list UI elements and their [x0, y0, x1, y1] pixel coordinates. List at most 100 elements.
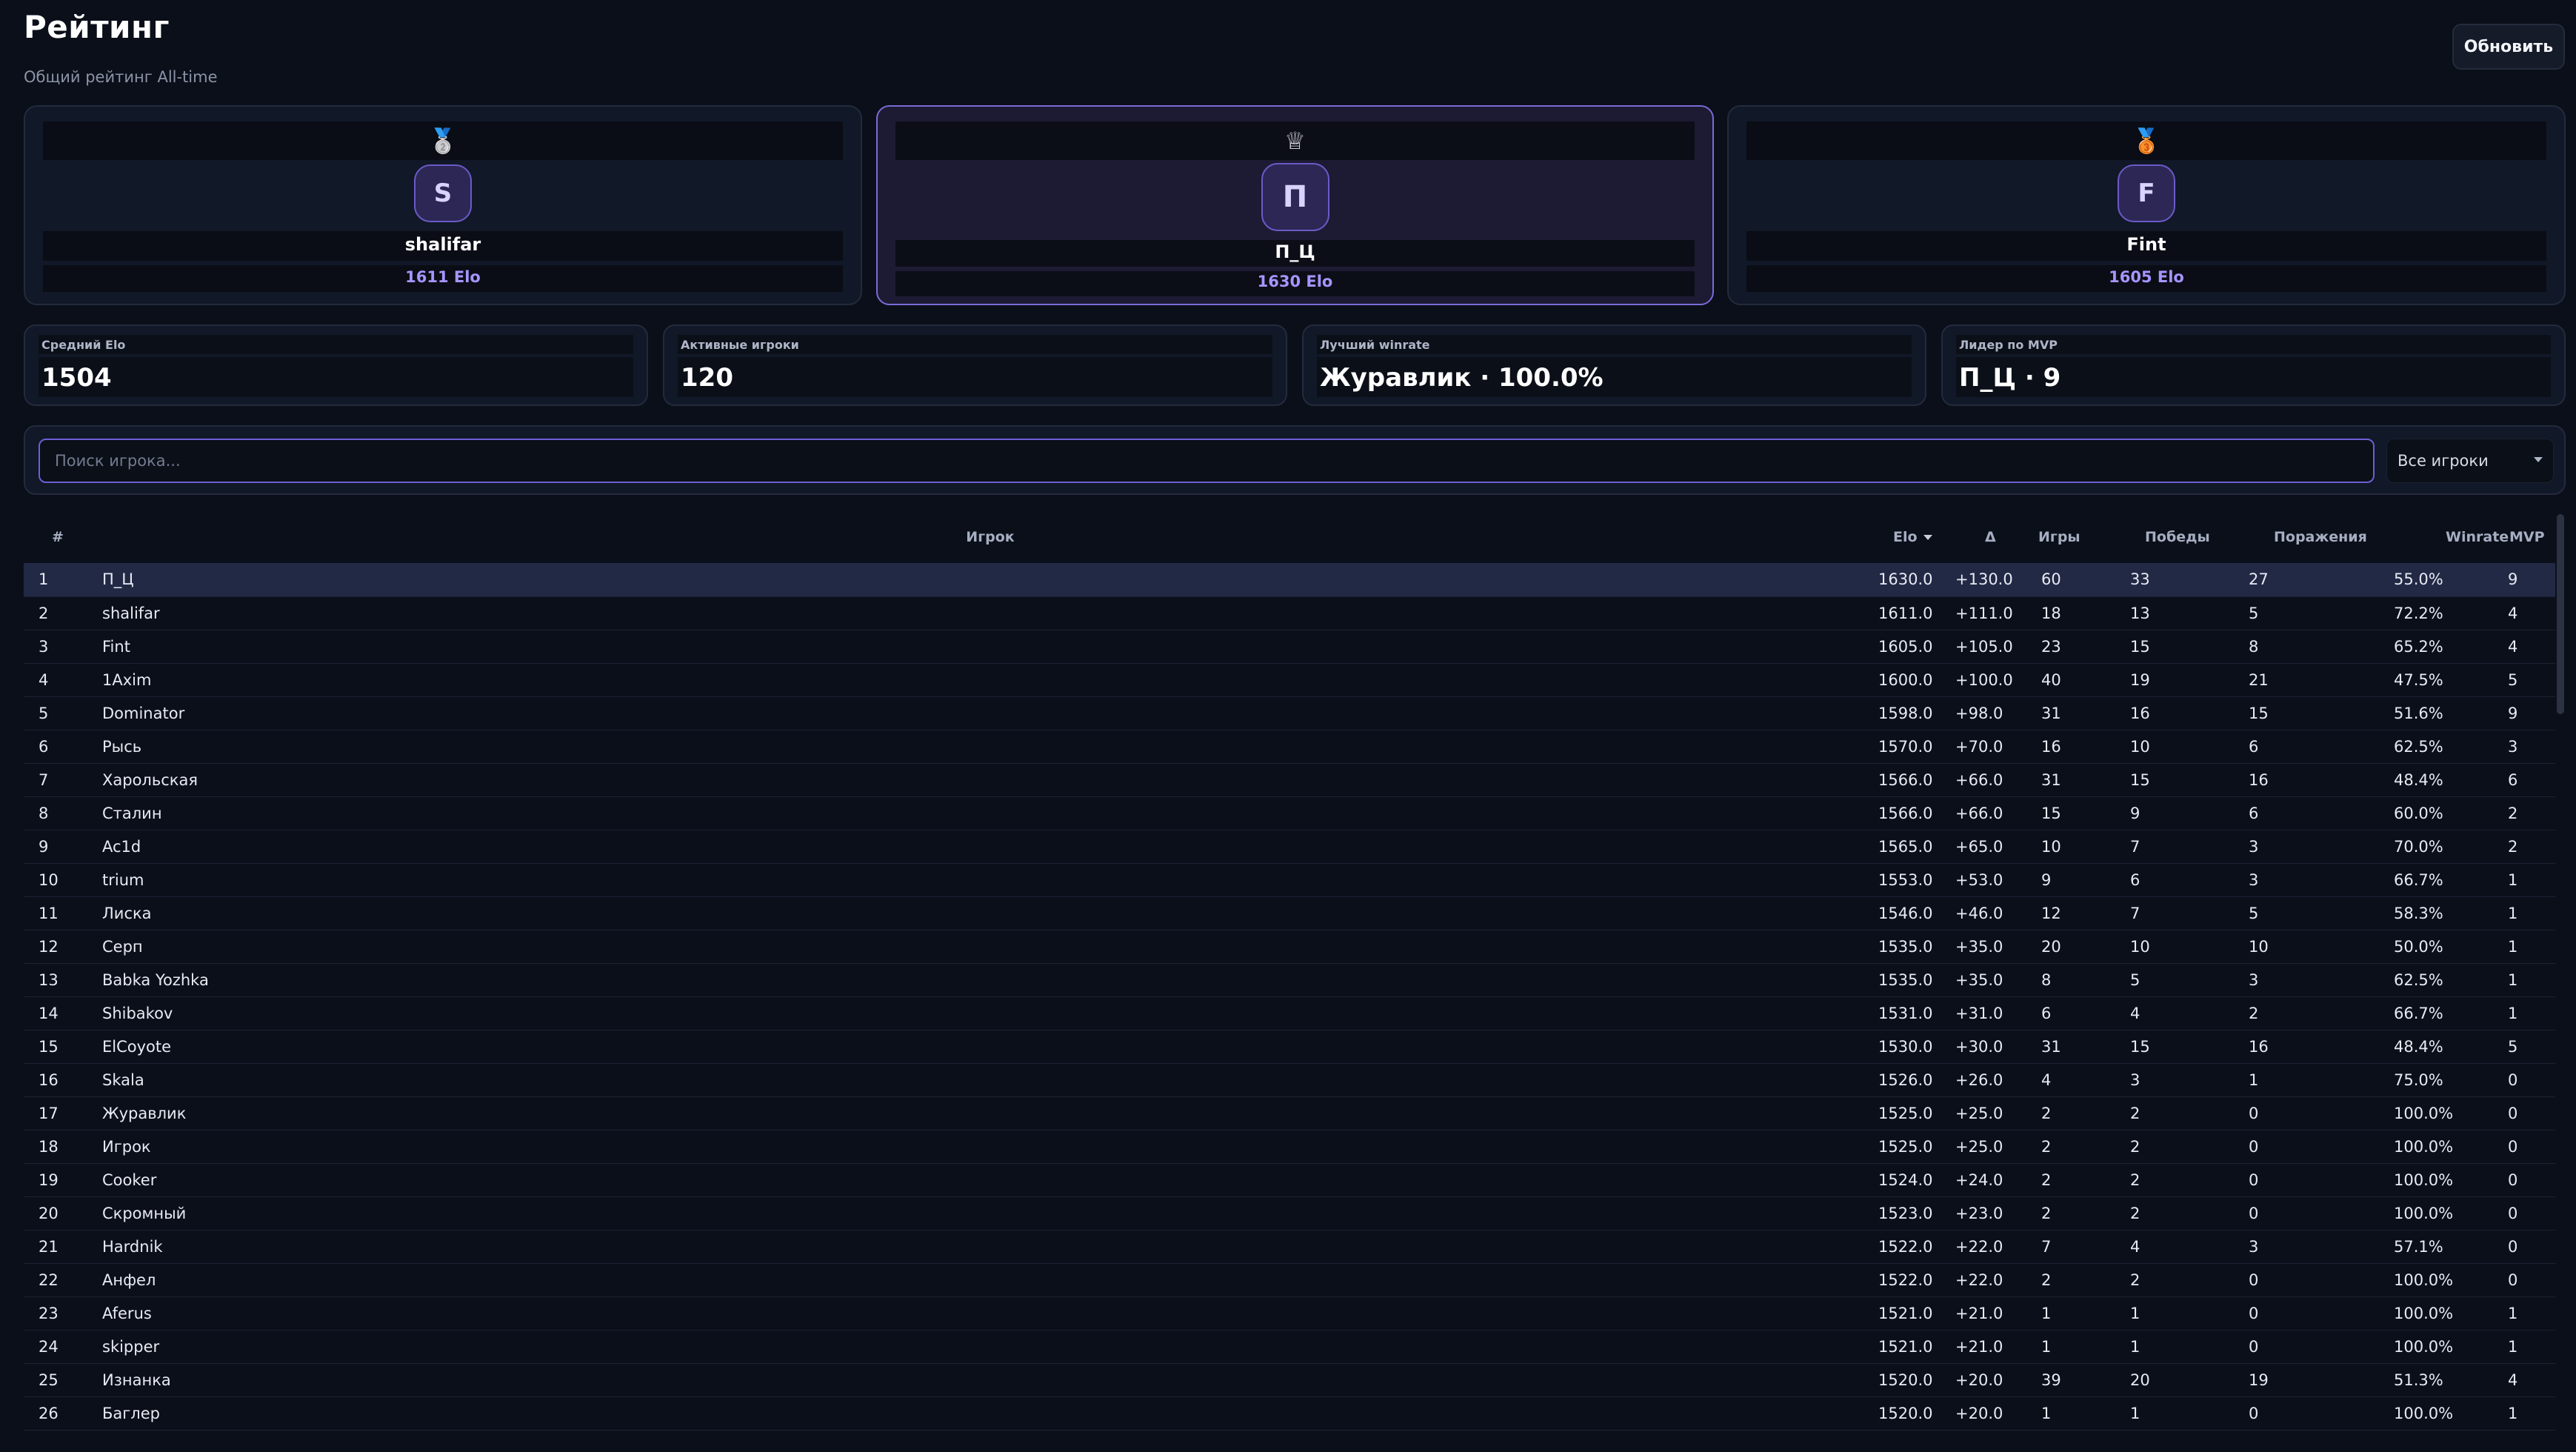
table-row[interactable]: 13 Babka Yozhka 1535.0 +35.0 8 5 3 62.5% 1	[24, 963, 2555, 996]
table-row[interactable]: 9 Ac1d 1565.0 +65.0 10 7 3 70.0% 2	[24, 830, 2555, 863]
cell-elo: 1520.0	[1878, 1371, 1933, 1389]
column-header-elo[interactable]: Elo	[1878, 511, 1955, 563]
table-row[interactable]: 15 ElCoyote 1530.0 +30.0 31 15 16 48.4% 5	[24, 1030, 2555, 1063]
table-row[interactable]: 1 П_Ц 1630.0 +130.0 60 33 27 55.0% 9	[24, 563, 2555, 596]
cell-rank: 19	[39, 1170, 59, 1189]
cell-player: Shibakov	[102, 1004, 173, 1022]
column-header-wins[interactable]: Победы	[2130, 511, 2249, 563]
podium-name: shalifar	[404, 234, 481, 255]
cell-player: Баглер	[102, 1404, 160, 1422]
table-row[interactable]: 8 Сталин 1566.0 +66.0 15 9 6 60.0% 2	[24, 796, 2555, 830]
cell-rank: 20	[39, 1204, 59, 1222]
cell-wins: 6	[2130, 870, 2140, 889]
cell-elo: 1611.0	[1878, 604, 1933, 622]
cell-player: Сталин	[102, 804, 162, 822]
cell-elo: 1565.0	[1878, 837, 1933, 856]
table-row[interactable]: 22 Анфел 1522.0 +22.0 2 2 0 100.0% 0	[24, 1263, 2555, 1296]
table-row[interactable]: 5 Dominator 1598.0 +98.0 31 16 15 51.6% 9	[24, 696, 2555, 730]
table-row[interactable]: 11 Лиска 1546.0 +46.0 12 7 5 58.3% 1	[24, 896, 2555, 930]
cell-losses: 0	[2249, 1137, 2259, 1156]
cell-wins: 15	[2130, 637, 2150, 656]
table-row[interactable]: 23 Aferus 1521.0 +21.0 1 1 0 100.0% 1	[24, 1296, 2555, 1330]
table-row[interactable]: 24 skipper 1521.0 +21.0 1 1 0 100.0% 1	[24, 1330, 2555, 1363]
column-header-losses[interactable]: Поражения	[2249, 511, 2394, 563]
cell-delta: +24.0	[1955, 1170, 2003, 1189]
table-row[interactable]: 21 Hardnik 1522.0 +22.0 7 4 3 57.1% 0	[24, 1230, 2555, 1263]
cell-elo: 1522.0	[1878, 1270, 1933, 1289]
column-header-delta[interactable]: Δ	[1955, 511, 2034, 563]
table-row[interactable]: 7 Харольская 1566.0 +66.0 31 15 16 48.4% 6	[24, 763, 2555, 796]
cell-delta: +21.0	[1955, 1337, 2003, 1356]
cell-delta: +30.0	[1955, 1037, 2003, 1056]
table-row[interactable]: 19 Cooker 1524.0 +24.0 2 2 0 100.0% 0	[24, 1163, 2555, 1196]
column-header-rank[interactable]: #	[24, 511, 102, 563]
table-row[interactable]: 14 Shibakov 1531.0 +31.0 6 4 2 66.7% 1	[24, 996, 2555, 1030]
cell-wins: 2	[2130, 1270, 2140, 1289]
cell-delta: +53.0	[1955, 870, 2003, 889]
player-filter-select[interactable]: Все игроки	[2386, 439, 2554, 483]
column-header-player[interactable]: Игрок	[102, 511, 1878, 563]
cell-wins: 2	[2130, 1137, 2140, 1156]
cell-delta: +22.0	[1955, 1237, 2003, 1256]
cell-wins: 3	[2130, 1070, 2140, 1089]
cell-player: Лиска	[102, 904, 152, 922]
table-row[interactable]: 6 Рысь 1570.0 +70.0 16 10 6 62.5% 3	[24, 730, 2555, 763]
cell-player: Cooker	[102, 1170, 157, 1189]
chevron-down-icon	[2534, 457, 2543, 462]
cell-wins: 10	[2130, 737, 2150, 756]
column-header-games[interactable]: Игры	[2034, 511, 2130, 563]
cell-rank: 15	[39, 1037, 59, 1056]
cell-rank: 21	[39, 1237, 59, 1256]
table-row[interactable]: 17 Журавлик 1525.0 +25.0 2 2 0 100.0% 0	[24, 1096, 2555, 1130]
cell-wins: 15	[2130, 1037, 2150, 1056]
cell-delta: +20.0	[1955, 1404, 2003, 1422]
cell-wins: 13	[2130, 604, 2150, 622]
cell-rank: 8	[39, 804, 49, 822]
table-row[interactable]: 12 Серп 1535.0 +35.0 20 10 10 50.0% 1	[24, 930, 2555, 963]
cell-wins: 2	[2130, 1204, 2140, 1222]
table-row[interactable]: 16 Skala 1526.0 +26.0 4 3 1 75.0% 0	[24, 1063, 2555, 1096]
cell-losses: 10	[2249, 937, 2269, 956]
cell-player: Изнанка	[102, 1371, 171, 1389]
stat-value: 120	[681, 363, 733, 393]
table-row[interactable]: 25 Изнанка 1520.0 +20.0 39 20 19 51.3% 4	[24, 1363, 2555, 1396]
cell-winrate: 58.3%	[2394, 904, 2443, 922]
table-row[interactable]: 20 Скромный 1523.0 +23.0 2 2 0 100.0% 0	[24, 1196, 2555, 1230]
cell-winrate: 66.7%	[2394, 870, 2443, 889]
cell-player: 1Axim	[102, 670, 152, 689]
cell-mvp: 1	[2508, 904, 2518, 922]
column-header-winrate[interactable]: Winrate	[2394, 511, 2509, 563]
table-row[interactable]: 4 1Axim 1600.0 +100.0 40 19 21 47.5% 5	[24, 663, 2555, 696]
table-row[interactable]: 26 Баглер 1520.0 +20.0 1 1 0 100.0% 1	[24, 1396, 2555, 1430]
cell-games: 31	[2041, 1037, 2061, 1056]
cell-elo: 1520.0	[1878, 1404, 1933, 1422]
cell-rank: 14	[39, 1004, 59, 1022]
cell-losses: 3	[2249, 870, 2259, 889]
table-row[interactable]: 18 Игрок 1525.0 +25.0 2 2 0 100.0% 0	[24, 1130, 2555, 1163]
podium-name: Fint	[2126, 234, 2166, 255]
cell-winrate: 100.0%	[2394, 1204, 2454, 1222]
table-row[interactable]: 2 shalifar 1611.0 +111.0 18 13 5 72.2% 4	[24, 596, 2555, 630]
cell-mvp: 4	[2508, 604, 2518, 622]
column-header-mvp[interactable]: MVP	[2508, 511, 2555, 563]
refresh-button[interactable]: Обновить	[2452, 24, 2565, 70]
search-input[interactable]	[39, 439, 2375, 483]
table-row[interactable]: 10 trium 1553.0 +53.0 9 6 3 66.7% 1	[24, 863, 2555, 896]
cell-winrate: 65.2%	[2394, 637, 2443, 656]
cell-winrate: 50.0%	[2394, 937, 2443, 956]
cell-elo: 1600.0	[1878, 670, 1933, 689]
podium-card-first[interactable]: ♕ П П_Ц 1630 Elo	[876, 105, 1714, 305]
table-row[interactable]: 3 Fint 1605.0 +105.0 23 15 8 65.2% 4	[24, 630, 2555, 663]
podium-card-third[interactable]: 🥉 F Fint 1605 Elo	[1727, 105, 2566, 305]
cell-rank: 9	[39, 837, 49, 856]
cell-rank: 24	[39, 1337, 59, 1356]
table-scrollbar[interactable]	[2557, 514, 2564, 714]
podium-elo: 1630 Elo	[1257, 273, 1333, 290]
cell-rank: 2	[39, 604, 49, 622]
cell-delta: +31.0	[1955, 1004, 2003, 1022]
stat-label: Лучший winrate	[1320, 338, 1430, 352]
podium-card-second[interactable]: 🥈 S shalifar 1611 Elo	[24, 105, 862, 305]
player-filter-value: Все игроки	[2398, 452, 2489, 470]
bronze-medal-icon: 🥉	[2132, 127, 2161, 155]
cell-games: 60	[2041, 570, 2061, 589]
